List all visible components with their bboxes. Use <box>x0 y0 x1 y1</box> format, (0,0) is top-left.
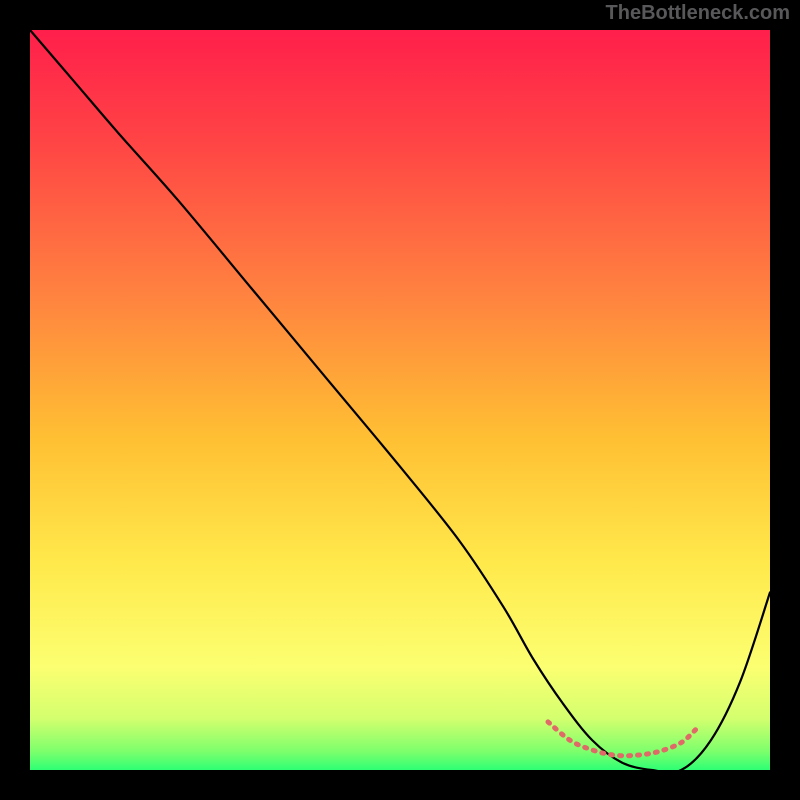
gradient-background <box>30 30 770 770</box>
chart-stage: TheBottleneck.com <box>0 0 800 800</box>
watermark-text: TheBottleneck.com <box>606 2 790 25</box>
bottleneck-plot <box>0 0 800 800</box>
